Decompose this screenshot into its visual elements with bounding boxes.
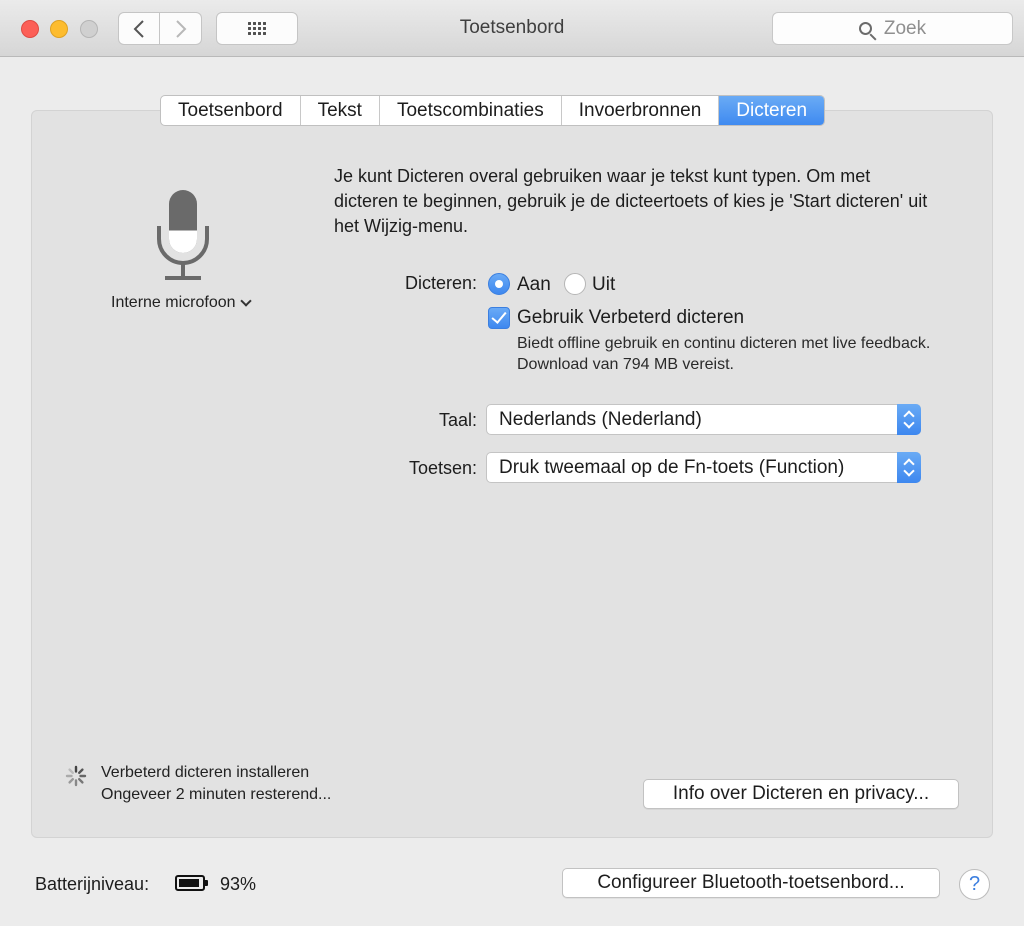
dictation-on-radio[interactable]: [488, 273, 510, 295]
battery-label: Batterijniveau:: [35, 874, 150, 894]
tab-invoerbronnen[interactable]: Invoerbronnen: [562, 96, 720, 125]
spinner-icon: [65, 765, 87, 787]
updown-chevron-icon: [897, 452, 921, 483]
dictation-off-radio[interactable]: [564, 273, 586, 295]
tab-toetscombinaties[interactable]: Toetscombinaties: [380, 96, 562, 125]
microphone-label: Interne microfoon: [111, 294, 236, 311]
tab-tekst[interactable]: Tekst: [301, 96, 380, 125]
battery-percent: 93%: [220, 874, 257, 894]
chevron-down-icon: [239, 295, 252, 307]
enhanced-dictation-label: Gebruik Verbeterd dicteren: [517, 307, 745, 328]
search-field[interactable]: Zoek: [772, 12, 1013, 45]
install-status-title: Verbeterd dicteren installeren: [101, 764, 310, 781]
tab-dicteren[interactable]: Dicteren: [719, 96, 825, 125]
dictation-label: Dicteren:: [404, 273, 477, 293]
tab-bar: Toetsenbord Tekst Toetscombinaties Invoe…: [160, 95, 826, 126]
title-bar: Toetsenbord Zoek: [0, 0, 1024, 57]
dictation-on-label: Aan: [517, 274, 551, 295]
updown-chevron-icon: [897, 404, 921, 435]
privacy-info-button[interactable]: Info over Dicteren en privacy...: [643, 779, 959, 809]
language-value: Nederlands (Nederland): [499, 409, 702, 430]
language-select[interactable]: Nederlands (Nederland): [486, 404, 921, 435]
help-button[interactable]: ?: [959, 869, 990, 900]
search-icon: [858, 22, 872, 35]
enhanced-dictation-note: Biedt offline gebruik en continu dictere…: [517, 335, 931, 373]
shortcut-value: Druk tweemaal op de Fn-toets (Function): [499, 457, 845, 478]
battery-icon: [175, 875, 208, 891]
configure-bluetooth-keyboard-button[interactable]: Configureer Bluetooth-toetsenbord...: [562, 868, 940, 898]
search-placeholder: Zoek: [883, 17, 927, 39]
tab-toetsenbord[interactable]: Toetsenbord: [161, 96, 301, 125]
shortcut-label: Toetsen:: [408, 458, 477, 478]
dictation-description: Je kunt Dicteren overal gebruiken waar j…: [334, 166, 928, 236]
shortcut-select[interactable]: Druk tweemaal op de Fn-toets (Function): [486, 452, 921, 483]
language-label: Taal:: [438, 410, 477, 430]
enhanced-dictation-checkbox[interactable]: [488, 307, 510, 329]
dictation-off-label: Uit: [592, 274, 616, 295]
microphone-select[interactable]: Interne microfoon: [111, 294, 252, 312]
microphone-icon: [157, 190, 209, 280]
install-status-remaining: Ongeveer 2 minuten resterend...: [101, 786, 332, 803]
preferences-window: Toetsenbord Zoek Toetsenbord Tekst Toets…: [0, 0, 1024, 926]
